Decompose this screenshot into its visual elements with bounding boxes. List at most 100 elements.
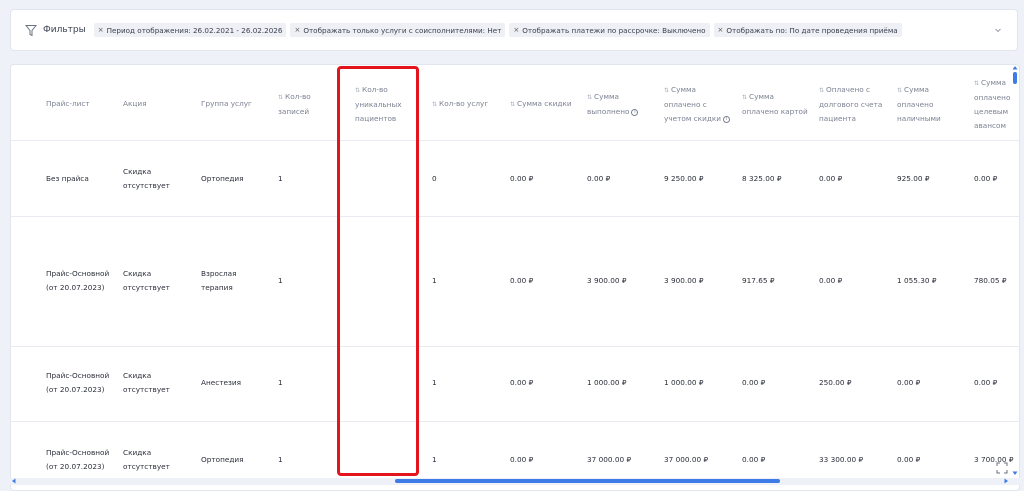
cell-text: Прайс-Основной [46, 448, 110, 457]
column-header-label: Кол-во [285, 92, 311, 101]
column-header[interactable]: ⇅ Сумма оплачено наличными [897, 83, 941, 126]
column-header-label: записей [278, 107, 310, 116]
table-cell: Скидка отсутствует [123, 446, 170, 474]
column-header-label: Сумма [749, 92, 774, 101]
sort-icon[interactable]: ⇅ [587, 94, 592, 101]
cell-text: отсутствует [123, 181, 170, 190]
sort-icon[interactable]: ⇅ [432, 101, 437, 108]
column-header[interactable]: ⇅ Сумма оплачено с учетом скидки i [664, 83, 731, 126]
table-cell: 0.00 ₽ [510, 172, 533, 186]
info-icon[interactable]: i [631, 108, 639, 116]
report-table: Прайс-лист Акция Группа услуг ⇅ Кол-во записе… [10, 64, 1020, 491]
scroll-left-icon[interactable] [11, 478, 17, 484]
cell-text: Скидка [123, 269, 152, 278]
info-icon[interactable]: i [723, 115, 731, 123]
table-cell: Взрослая терапия [201, 267, 237, 295]
column-header[interactable]: ⇅ Кол-во услуг [432, 97, 488, 112]
cell-text: 0.00 ₽ [974, 378, 998, 387]
column-header-label: оплачено [974, 93, 1011, 102]
table-cell: 1 [278, 274, 283, 288]
filter-chip-display-by[interactable]: × Отображать по: По дате проведения приём… [713, 23, 902, 37]
table-cell: 1 000.00 ₽ [664, 376, 703, 390]
table-cell: Ортопедия [201, 172, 244, 186]
cell-text: 0.00 ₽ [897, 378, 921, 387]
cell-text: 925.00 ₽ [897, 174, 930, 183]
table-cell: 1 [278, 376, 283, 390]
column-header[interactable]: ⇅ Сумма выполнено i [587, 90, 639, 119]
cell-text: Скидка [123, 448, 152, 457]
table-cell: Ортопедия [201, 453, 244, 467]
column-header[interactable]: ⇅ Кол-во записей [278, 90, 311, 119]
cell-text: 0.00 ₽ [510, 174, 534, 183]
row-divider [11, 421, 1019, 422]
column-header-label: оплачено с [664, 100, 707, 109]
column-header-label: учетом скидки [664, 114, 722, 123]
column-header-label: Сумма [981, 78, 1006, 87]
sort-icon[interactable]: ⇅ [664, 87, 669, 94]
table-cell: 3 900.00 ₽ [587, 274, 626, 288]
filter-chip-period[interactable]: × Период отображения: 26.02.2021 - 26.02.… [93, 23, 287, 37]
fullscreen-icon[interactable] [996, 462, 1008, 474]
filter-chip-installments[interactable]: × Отображать платежи по рассрочке: Выключ… [509, 23, 710, 37]
scroll-right-icon[interactable] [1003, 478, 1009, 484]
table-cell: 0.00 ₽ [974, 376, 997, 390]
sort-icon[interactable]: ⇅ [278, 94, 283, 101]
remove-chip-icon[interactable]: × [718, 26, 724, 34]
column-header[interactable]: ⇅ Сумма скидки [510, 97, 572, 112]
column-header[interactable]: ⇅ Оплачено с долгового счета пациента [819, 83, 882, 126]
cell-text: Прайс-Основной [46, 371, 110, 380]
cell-text: 0.00 ₽ [897, 455, 921, 464]
column-header[interactable]: ⇅ Сумма оплачено целевым авансом [974, 76, 1010, 133]
remove-chip-icon[interactable]: × [294, 26, 300, 34]
cell-text: 0.00 ₽ [819, 276, 843, 285]
sort-icon[interactable]: ⇅ [355, 87, 360, 94]
cell-text: Прайс-Основной [46, 269, 110, 278]
remove-chip-icon[interactable]: × [98, 26, 104, 34]
scroll-up-icon[interactable] [1012, 65, 1018, 71]
table-cell: 33 300.00 ₽ [819, 453, 863, 467]
filter-chip-coexecutors[interactable]: × Отображать только услуги с соисполнител… [290, 23, 506, 37]
column-header: Прайс-лист [46, 97, 90, 111]
remove-chip-icon[interactable]: × [513, 26, 519, 34]
filter-title: Фильтры [43, 25, 86, 35]
sort-icon[interactable]: ⇅ [819, 87, 824, 94]
column-header-label: целевым [974, 107, 1009, 116]
horizontal-scrollbar-thumb[interactable] [395, 479, 780, 483]
cell-text: Ортопедия [201, 174, 244, 183]
column-header-label: оплачено [897, 100, 934, 109]
cell-text: Анестезия [201, 378, 242, 387]
cell-text: 1 000.00 ₽ [664, 378, 704, 387]
table-cell: 9 250.00 ₽ [664, 172, 703, 186]
sort-icon[interactable]: ⇅ [897, 87, 902, 94]
column-header[interactable]: ⇅ Сумма оплачено картой [742, 90, 808, 119]
table-cell: 917.65 ₽ [742, 274, 775, 288]
column-header-label: Сумма скидки [517, 99, 572, 108]
column-header-label: авансом [974, 121, 1006, 130]
table-cell: 3 900.00 ₽ [664, 274, 703, 288]
column-header-label: пациента [819, 114, 856, 123]
column-header-label: Сумма [904, 85, 929, 94]
cell-text: 1 000.00 ₽ [587, 378, 627, 387]
column-header-label: Акция [123, 99, 147, 108]
table-cell: 0.00 ₽ [897, 453, 920, 467]
cell-text: Без прайса [46, 174, 89, 183]
cell-text: 0 [432, 174, 437, 183]
cell-text: отсутствует [123, 462, 170, 471]
table-cell: Скидка отсутствует [123, 165, 170, 193]
filter-bar[interactable]: Фильтры × Период отображения: 26.02.2021 … [10, 9, 1018, 51]
table-cell: Прайс-Основной (от 20.07.2023) [46, 446, 109, 474]
cell-text: 917.65 ₽ [742, 276, 775, 285]
sort-icon[interactable]: ⇅ [974, 80, 979, 87]
column-header-label: Группа услуг [201, 99, 252, 108]
chevron-down-icon[interactable] [993, 25, 1003, 35]
column-header[interactable]: ⇅ Кол-во уникальных пациентов [355, 83, 402, 126]
table-cell: 0.00 ₽ [742, 453, 765, 467]
cell-text: 0.00 ₽ [587, 174, 611, 183]
sort-icon[interactable]: ⇅ [510, 101, 515, 108]
vertical-scrollbar-thumb[interactable] [1013, 72, 1017, 84]
column-header-label: долгового счета [819, 100, 883, 109]
sort-icon[interactable]: ⇅ [742, 94, 747, 101]
cell-text: 3 900.00 ₽ [587, 276, 627, 285]
cell-text: Скидка [123, 167, 152, 176]
scroll-down-icon[interactable] [1012, 470, 1018, 476]
